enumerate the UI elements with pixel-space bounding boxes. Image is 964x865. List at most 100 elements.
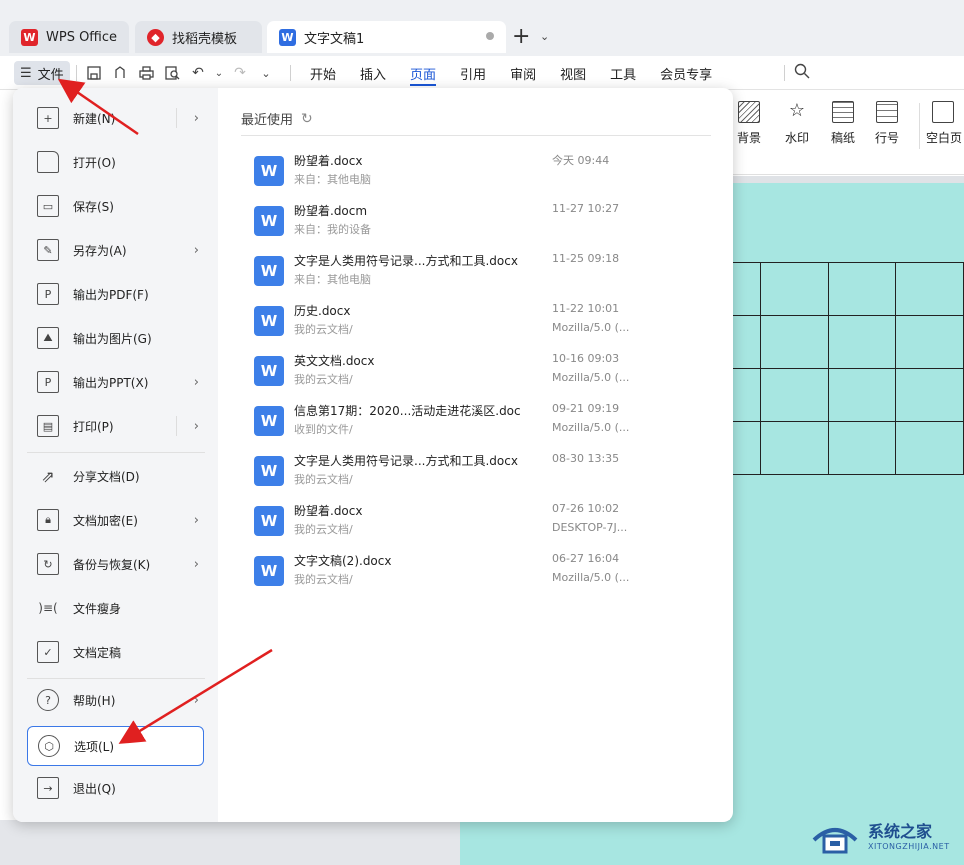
table-cell[interactable] — [730, 368, 762, 422]
table-cell[interactable] — [760, 315, 829, 369]
file-source: 我的云文档/ — [294, 373, 353, 386]
watermark-label: 水印 — [784, 131, 809, 145]
undo-icon[interactable]: ↶ — [188, 63, 208, 83]
table-cell[interactable] — [895, 368, 964, 422]
watermark-button[interactable]: ☆ 水印 — [774, 101, 820, 146]
menu-item-label: 另存为(A) — [73, 243, 127, 258]
chevron-right-icon[interactable]: › — [194, 693, 199, 708]
file-source: 我的云文档/ — [294, 323, 353, 336]
chevron-right-icon[interactable]: › — [194, 419, 199, 434]
menu-item-open[interactable]: 打开(O) — [27, 144, 205, 180]
file-date: 11-25 09:18 — [552, 252, 620, 265]
menu-item-encrypt[interactable]: 🔒︎ 文档加密(E) › — [27, 502, 205, 538]
menu-item-backup[interactable]: ↻ 备份与恢复(K) › — [27, 546, 205, 582]
recent-file-row[interactable]: W 历史.docx 我的云文档/ 11-22 10:01 Mozilla/5.0… — [254, 302, 654, 352]
menu-item-new[interactable]: + 新建(N) › — [27, 100, 205, 136]
print-icon[interactable] — [136, 63, 156, 83]
recent-file-row[interactable]: W 文字是人类用符号记录...方式和工具.docx 我的云文档/ 08-30 1… — [254, 452, 654, 502]
table-cell[interactable] — [760, 368, 829, 422]
more-dropdown-icon[interactable]: ⌄ — [256, 63, 276, 83]
tab-home[interactable]: 开始 — [298, 56, 348, 90]
undo-dropdown-icon[interactable]: ⌄ — [214, 63, 224, 83]
recent-file-row[interactable]: W 盼望着.docx 我的云文档/ 07-26 10:02 DESKTOP-7J… — [254, 502, 654, 552]
refresh-icon[interactable]: ↻ — [301, 111, 313, 127]
menu-item-label: 输出为PPT(X) — [73, 375, 149, 390]
folder-open-icon — [37, 151, 59, 173]
ribbon-tabs: 开始 插入 页面 引用 审阅 视图 工具 会员专享 — [298, 56, 724, 90]
menu-item-export-image[interactable]: ⛰ 输出为图片(G) — [27, 320, 205, 356]
unsaved-dot-icon[interactable] — [486, 32, 494, 40]
manuscript-paper-button[interactable]: 稿纸 — [820, 101, 866, 146]
line-numbers-label: 行号 — [874, 131, 899, 145]
tab-docer-templates[interactable]: ◆ 找稻壳模板 — [135, 21, 262, 53]
tab-review[interactable]: 审阅 — [498, 56, 548, 90]
blank-page-button[interactable]: 空白页 — [926, 101, 964, 146]
tab-page[interactable]: 页面 — [398, 56, 448, 90]
tab-member[interactable]: 会员专享 — [648, 56, 724, 90]
table-cell[interactable] — [730, 421, 762, 475]
table-cell[interactable] — [827, 421, 897, 475]
menu-item-export-ppt[interactable]: P 输出为PPT(X) › — [27, 364, 205, 400]
save-icon[interactable] — [84, 63, 104, 83]
menu-item-options[interactable]: ⬡ 选项(L) — [27, 726, 204, 766]
menu-item-help[interactable]: ? 帮助(H) › — [27, 682, 205, 718]
recent-file-row[interactable]: W 盼望着.docm 来自：我的设备 11-27 10:27 — [254, 202, 654, 252]
recent-file-row[interactable]: W 文字文稿(2).docx 我的云文档/ 06-27 16:04 Mozill… — [254, 552, 654, 602]
recent-file-row[interactable]: W 盼望着.docx 来自：其他电脑 今天 09:44 — [254, 152, 654, 202]
menu-item-save[interactable]: ▭ 保存(S) — [27, 188, 205, 224]
menu-item-slim[interactable]: )≡( 文件瘦身 — [27, 590, 205, 626]
print-preview-icon[interactable] — [162, 63, 182, 83]
menu-item-finalize[interactable]: ✓ 文档定稿 — [27, 634, 205, 670]
table-cell[interactable] — [895, 421, 964, 475]
table-cell[interactable] — [827, 315, 897, 369]
table-cell[interactable] — [827, 368, 897, 422]
menu-item-export-pdf[interactable]: P 输出为PDF(F) — [27, 276, 205, 312]
document-table[interactable] — [730, 262, 964, 475]
table-cell[interactable] — [895, 262, 964, 316]
chevron-right-icon[interactable]: › — [194, 243, 199, 258]
search-icon[interactable] — [794, 63, 810, 83]
file-source: 来自：其他电脑 — [294, 173, 371, 186]
file-date: 08-30 13:35 — [552, 452, 620, 465]
menu-item-save-as[interactable]: ✎ 另存为(A) › — [27, 232, 205, 268]
menu-item-label: 新建(N) — [73, 111, 116, 126]
file-date: 10-16 09:03 — [552, 352, 620, 365]
chevron-right-icon[interactable]: › — [194, 513, 199, 528]
menu-item-share[interactable]: ⇗ 分享文档(D) — [27, 458, 205, 494]
chevron-right-icon[interactable]: › — [194, 375, 199, 390]
recent-file-row[interactable]: W 英文文档.docx 我的云文档/ 10-16 09:03 Mozilla/5… — [254, 352, 654, 402]
file-menu-button[interactable]: ☰ 文件 — [14, 61, 70, 85]
file-source: 我的云文档/ — [294, 523, 353, 536]
line-numbers-button[interactable]: 行号 — [864, 101, 910, 146]
recent-file-row[interactable]: W 信息第17期：2020...活动走进花溪区.doc 收到的文件/ 09-21… — [254, 402, 654, 452]
tab-insert[interactable]: 插入 — [348, 56, 398, 90]
table-cell[interactable] — [760, 421, 829, 475]
menu-item-print[interactable]: ▤ 打印(P) › — [27, 408, 205, 444]
chevron-right-icon[interactable]: › — [194, 111, 199, 126]
chevron-right-icon[interactable]: › — [194, 557, 199, 572]
new-tab-plus-icon[interactable]: + — [512, 26, 530, 48]
table-cell[interactable] — [730, 315, 762, 369]
table-cell[interactable] — [760, 262, 829, 316]
tab-references[interactable]: 引用 — [448, 56, 498, 90]
export-icon[interactable] — [110, 63, 130, 83]
save-as-icon: ✎ — [37, 239, 59, 261]
ribbon-divider — [919, 103, 920, 149]
menu-item-exit[interactable]: → 退出(Q) — [27, 770, 205, 806]
recent-file-row[interactable]: W 文字是人类用符号记录...方式和工具.docx 来自：其他电脑 11-25 … — [254, 252, 654, 302]
share-icon: ⇗ — [41, 466, 55, 486]
table-cell[interactable] — [895, 315, 964, 369]
recent-divider — [241, 135, 711, 136]
chevron-down-icon[interactable]: ⌄ — [540, 30, 549, 43]
tab-view[interactable]: 视图 — [548, 56, 598, 90]
word-doc-icon: W — [254, 156, 284, 186]
tab-wps-office[interactable]: W WPS Office — [9, 21, 129, 53]
file-date: 06-27 16:04 — [552, 552, 620, 565]
tab-document-1[interactable]: W 文字文稿1 — [267, 21, 506, 53]
redo-icon[interactable]: ↷ — [230, 63, 250, 83]
word-doc-icon: W — [254, 206, 284, 236]
background-label: 背景 — [736, 131, 761, 145]
tab-tools[interactable]: 工具 — [598, 56, 648, 90]
table-cell[interactable] — [730, 262, 762, 316]
table-cell[interactable] — [827, 262, 897, 316]
